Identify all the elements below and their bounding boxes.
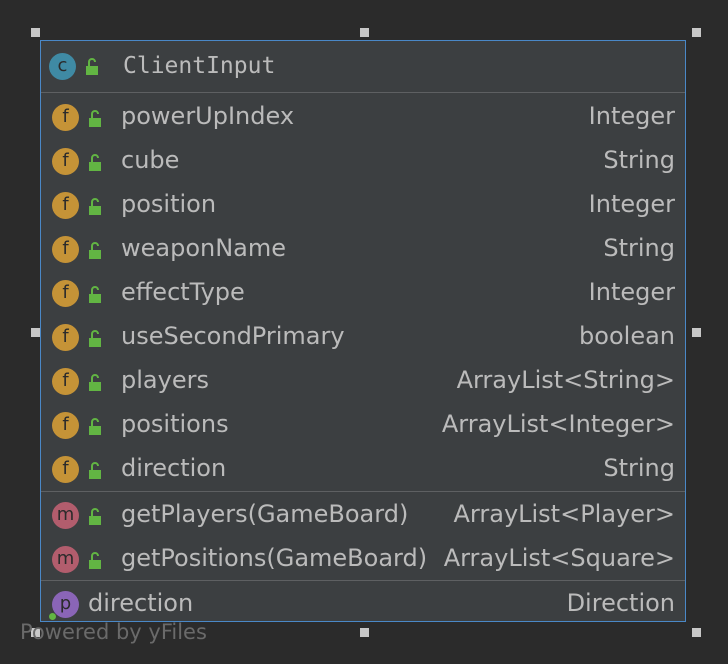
class-title: ClientInput — [123, 53, 276, 79]
lock-open-icon — [89, 242, 101, 259]
lock-open-icon — [89, 508, 101, 525]
field-name: effectType — [121, 278, 245, 306]
field-row[interactable]: f cube String — [41, 140, 685, 184]
field-icon: f — [52, 236, 79, 263]
field-row[interactable]: f useSecondPrimary boolean — [41, 316, 685, 360]
lock-open-icon — [89, 330, 101, 347]
connection-dot — [49, 613, 56, 620]
class-header[interactable]: c ClientInput — [41, 41, 685, 93]
method-row[interactable]: m getPositions(GameBoard) ArrayList<Square… — [41, 538, 685, 582]
field-icon: f — [52, 148, 79, 175]
field-icon: f — [52, 280, 79, 307]
resize-handle-top-center[interactable] — [360, 28, 369, 37]
field-type: ArrayList<String> — [456, 366, 675, 394]
lock-open-icon — [89, 198, 101, 215]
field-icon: f — [52, 368, 79, 395]
field-row[interactable]: f powerUpIndex Integer — [41, 96, 685, 140]
field-icon: f — [52, 324, 79, 351]
lock-open-icon — [89, 154, 101, 171]
lock-open-icon — [86, 58, 98, 75]
watermark: Powered by yFiles — [20, 620, 207, 644]
method-row[interactable]: m getPlayers(GameBoard) ArrayList<Player> — [41, 494, 685, 538]
field-name: powerUpIndex — [121, 102, 295, 130]
resize-handle-bottom-right[interactable] — [692, 628, 701, 637]
field-icon: f — [52, 192, 79, 219]
lock-open-icon — [89, 418, 101, 435]
property-type: Direction — [566, 589, 675, 617]
field-icon: f — [52, 412, 79, 439]
field-type: boolean — [579, 322, 675, 350]
methods-properties-divider — [41, 580, 685, 581]
resize-handle-bottom-center[interactable] — [360, 628, 369, 637]
resize-handle-top-left[interactable] — [31, 28, 40, 37]
field-type: String — [603, 454, 675, 482]
field-name: direction — [121, 454, 227, 482]
resize-handle-middle-left[interactable] — [31, 328, 40, 337]
field-row[interactable]: f weaponName String — [41, 228, 685, 272]
field-name: cube — [121, 146, 180, 174]
field-row[interactable]: f position Integer — [41, 184, 685, 228]
lock-open-icon — [89, 374, 101, 391]
field-type: Integer — [588, 278, 675, 306]
method-type: ArrayList<Player> — [453, 500, 676, 528]
field-type: ArrayList<Integer> — [441, 410, 675, 438]
property-name: direction — [88, 589, 194, 617]
lock-open-icon — [89, 110, 101, 127]
field-icon: f — [52, 104, 79, 131]
property-icon: p — [52, 591, 79, 618]
lock-open-icon — [89, 462, 101, 479]
field-name: useSecondPrimary — [121, 322, 345, 350]
field-row[interactable]: f direction String — [41, 448, 685, 492]
class-icon: c — [49, 53, 76, 80]
field-name: positions — [121, 410, 229, 438]
fields-methods-divider — [41, 491, 685, 492]
lock-open-icon — [89, 286, 101, 303]
field-name: players — [121, 366, 209, 394]
field-row[interactable]: f positions ArrayList<Integer> — [41, 404, 685, 448]
method-icon: m — [52, 502, 79, 529]
resize-handle-top-right[interactable] — [692, 28, 701, 37]
field-type: Integer — [588, 190, 675, 218]
field-row[interactable]: f effectType Integer — [41, 272, 685, 316]
field-type: String — [603, 234, 675, 262]
method-icon: m — [52, 546, 79, 573]
resize-handle-middle-right[interactable] — [692, 328, 701, 337]
field-type: String — [603, 146, 675, 174]
method-type: ArrayList<Square> — [443, 544, 675, 572]
method-name: getPlayers(GameBoard) — [121, 500, 409, 528]
method-name: getPositions(GameBoard) — [121, 544, 428, 572]
field-type: Integer — [588, 102, 675, 130]
field-icon: f — [52, 456, 79, 483]
field-row[interactable]: f players ArrayList<String> — [41, 360, 685, 404]
class-node[interactable]: c ClientInput f powerUpIndex Integer f cube S… — [40, 40, 686, 622]
lock-open-icon — [89, 552, 101, 569]
field-name: position — [121, 190, 217, 218]
field-name: weaponName — [121, 234, 287, 262]
